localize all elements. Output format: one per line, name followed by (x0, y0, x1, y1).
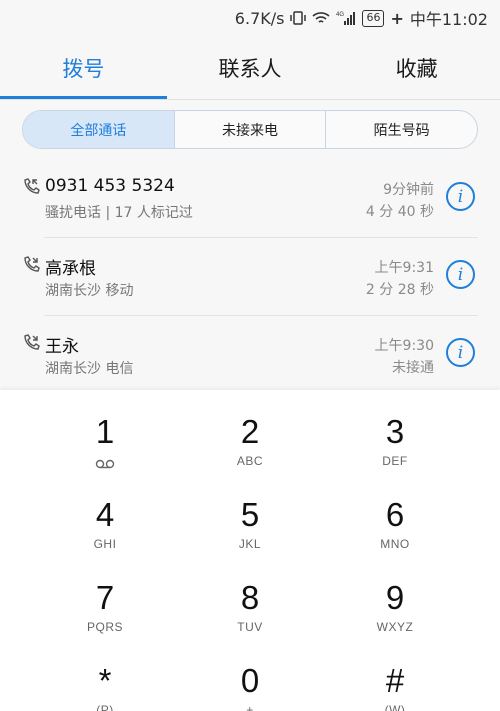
charging-icon: + (390, 8, 404, 28)
key-3[interactable]: 3 DEF (335, 390, 455, 470)
caller-name: 高承根 (45, 259, 96, 279)
caller-name: 0931 453 5324 (45, 176, 175, 196)
filter-all-calls[interactable]: 全部通话 (23, 111, 175, 148)
filter-unknown-numbers[interactable]: 陌生号码 (326, 111, 477, 148)
caller-name: 王永 (45, 337, 79, 357)
tab-favorites[interactable]: 收藏 (333, 36, 500, 100)
key-0[interactable]: 0 + (190, 639, 310, 711)
key-letters: WXYZ (376, 620, 414, 634)
key-7[interactable]: 7 PQRS (45, 556, 165, 636)
key-digit: 6 (385, 496, 405, 533)
key-star[interactable]: * (P) (45, 639, 165, 711)
caller-location: 湖南长沙 电信 (45, 361, 134, 377)
call-time: 上午9:30 (374, 338, 434, 354)
caller-location: 骚扰电话 | 17 人标记过 (45, 205, 193, 221)
key-2[interactable]: 2 ABC (190, 390, 310, 470)
call-filter: 全部通话 未接来电 陌生号码 (22, 110, 478, 149)
wifi-icon (312, 11, 331, 25)
key-digit: 4 (95, 496, 115, 533)
info-icon[interactable]: i (446, 260, 475, 289)
tab-contacts[interactable]: 联系人 (167, 36, 334, 100)
top-tabs: 拨号 联系人 收藏 (0, 36, 500, 100)
info-icon[interactable]: i (446, 182, 475, 211)
battery-indicator: 66 (362, 9, 385, 27)
call-duration: 4 分 40 秒 (365, 204, 434, 220)
key-digit: 8 (240, 579, 260, 616)
key-digit: 7 (95, 579, 115, 616)
key-5[interactable]: 5 JKL (190, 473, 310, 553)
vibrate-icon (290, 10, 307, 26)
key-letters: (W) (384, 703, 406, 711)
key-digit: # (385, 662, 405, 699)
key-digit: 3 (385, 413, 405, 450)
caller-location: 湖南长沙 移动 (45, 283, 134, 299)
call-time: 9分钟前 (383, 182, 434, 198)
call-log-list: 0931 453 5324 骚扰电话 | 17 人标记过 9分钟前 4 分 40… (0, 160, 500, 394)
key-digit: 9 (385, 579, 405, 616)
key-digit: 0 (240, 662, 260, 699)
key-digit: 1 (95, 413, 115, 450)
key-6[interactable]: 6 MNO (335, 473, 455, 553)
status-time: 中午11:02 (409, 10, 488, 29)
filter-missed-calls[interactable]: 未接来电 (175, 111, 327, 148)
incoming-call-icon (22, 178, 40, 196)
dialpad: 1 2 ABC 3 DEF 4 GHI 5 JKL 6 MNO 7 PQRS 8… (0, 390, 500, 711)
key-hash[interactable]: # (W) (335, 639, 455, 711)
call-log-item[interactable]: 高承根 湖南长沙 移动 上午9:31 2 分 28 秒 i (0, 238, 500, 316)
tabs-divider (0, 99, 500, 100)
call-status: 未接通 (392, 360, 434, 376)
key-letters: + (246, 703, 254, 711)
call-duration: 2 分 28 秒 (365, 282, 434, 298)
key-9[interactable]: 9 WXYZ (335, 556, 455, 636)
key-4[interactable]: 4 GHI (45, 473, 165, 553)
key-digit: 2 (240, 413, 260, 450)
key-8[interactable]: 8 TUV (190, 556, 310, 636)
key-letters: MNO (380, 537, 410, 551)
svg-text:4G: 4G (336, 12, 344, 18)
network-speed: 6.7K/s (234, 8, 285, 28)
call-log-item[interactable]: 王永 湖南长沙 电信 上午9:30 未接通 i (0, 316, 500, 394)
info-icon[interactable]: i (446, 338, 475, 367)
key-letters: GHI (93, 537, 117, 551)
call-log-item[interactable]: 0931 453 5324 骚扰电话 | 17 人标记过 9分钟前 4 分 40… (0, 160, 500, 238)
call-time: 上午9:31 (374, 260, 434, 276)
key-digit: * (98, 662, 112, 699)
key-letters: ABC (236, 454, 264, 468)
key-letters: TUV (237, 620, 263, 634)
signal-icon: 4G (336, 10, 356, 26)
key-letters: (P) (96, 703, 114, 711)
key-digit: 5 (240, 496, 260, 533)
key-letters: DEF (382, 454, 408, 468)
voicemail-icon (95, 458, 115, 472)
tab-dial[interactable]: 拨号 (0, 36, 167, 100)
key-letters: PQRS (86, 620, 123, 634)
status-bar: 6.7K/s 4G 66 + 中午11:02 (0, 0, 500, 36)
outgoing-call-icon (22, 334, 40, 352)
outgoing-call-icon (22, 256, 40, 274)
key-1[interactable]: 1 (45, 390, 165, 470)
key-letters: JKL (238, 537, 262, 551)
